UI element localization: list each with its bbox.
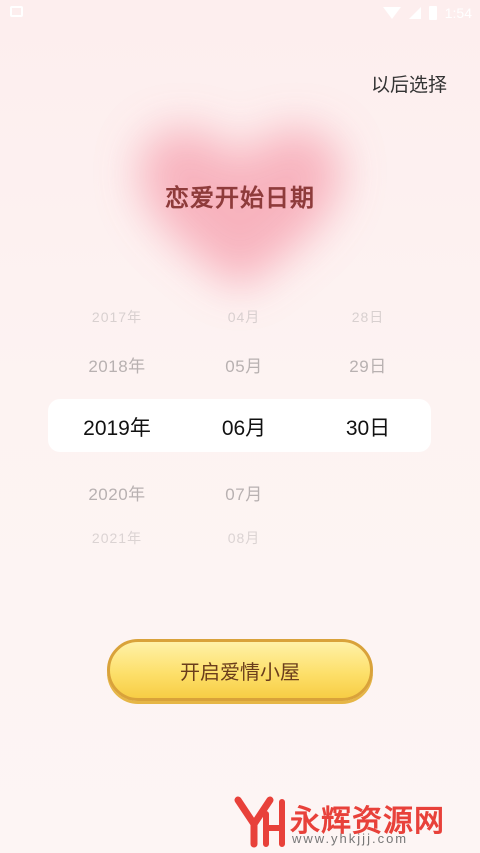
open-love-house-button[interactable]: 开启爱情小屋 xyxy=(107,639,373,701)
battery-icon xyxy=(428,6,437,20)
signal-icon xyxy=(408,7,421,19)
month-option[interactable]: 08月 xyxy=(194,528,294,548)
status-time: 1:54 xyxy=(444,5,472,21)
year-option[interactable]: 2020年 xyxy=(64,480,170,505)
page-title: 恋爱开始日期 xyxy=(165,184,315,212)
month-option[interactable]: 05月 xyxy=(194,352,294,377)
month-option[interactable]: 07月 xyxy=(194,480,294,505)
skip-button[interactable]: 以后选择 xyxy=(371,70,447,97)
month-wheel[interactable]: 04月 05月 06月 07月 08月 xyxy=(194,300,294,550)
year-wheel[interactable]: 2017年 2018年 2019年 2020年 2021年 xyxy=(64,300,170,550)
date-picker[interactable]: 2017年 2018年 2019年 2020年 2021年 04月 05月 06… xyxy=(0,300,480,550)
notification-icon xyxy=(10,6,23,17)
month-option[interactable]: 04月 xyxy=(194,307,294,327)
day-wheel[interactable]: 28日 29日 30日 xyxy=(318,300,418,550)
day-selected[interactable]: 30日 xyxy=(318,412,418,442)
day-option[interactable]: 28日 xyxy=(318,307,418,327)
watermark-url: www.yhkjjj.com xyxy=(292,831,409,846)
status-icons: 1:54 xyxy=(382,3,472,23)
year-selected[interactable]: 2019年 xyxy=(64,412,170,442)
year-option[interactable]: 2021年 xyxy=(64,528,170,548)
day-option[interactable]: 29日 xyxy=(318,352,418,377)
year-option[interactable]: 2017年 xyxy=(64,307,170,327)
watermark: 永辉资源网 www.yhkjjj.com xyxy=(232,794,472,850)
wifi-icon xyxy=(382,7,401,19)
yh-logo-icon xyxy=(234,796,285,848)
status-bar: 1:54 xyxy=(0,0,480,26)
year-option[interactable]: 2018年 xyxy=(64,352,170,377)
month-selected[interactable]: 06月 xyxy=(194,412,294,442)
